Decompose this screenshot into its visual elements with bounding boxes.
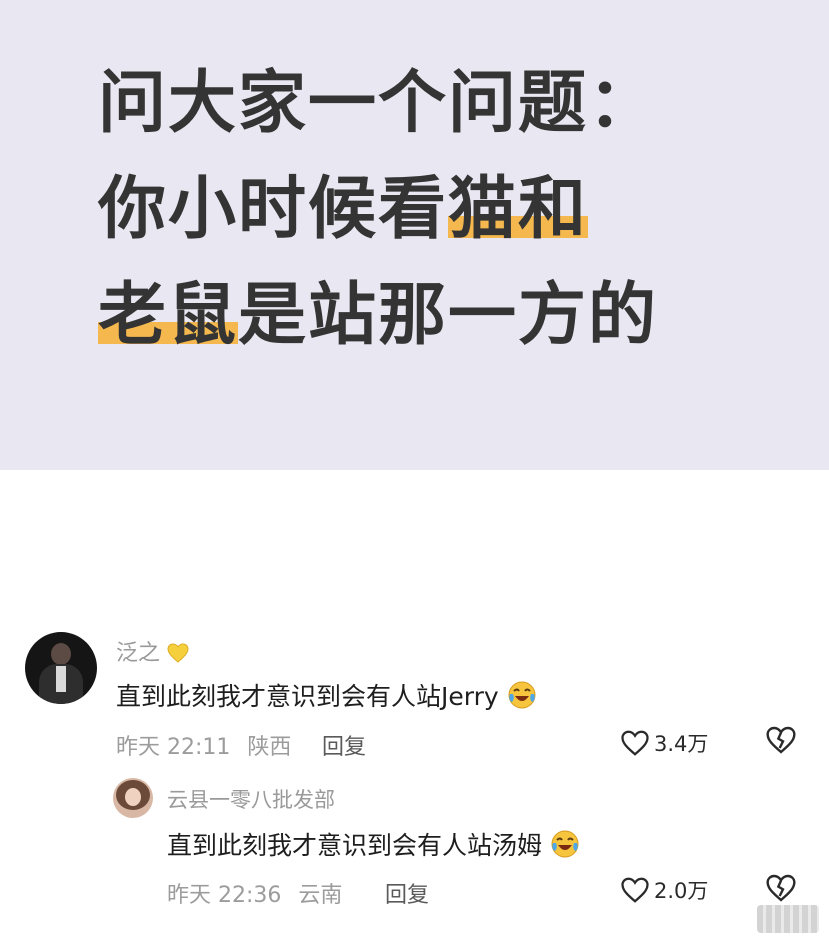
- question-highlight-cat: 猫和: [448, 170, 589, 249]
- broken-heart-icon[interactable]: [765, 725, 797, 755]
- reply-username[interactable]: 云县一零八批发部: [167, 784, 335, 814]
- broken-heart-icon[interactable]: [765, 873, 797, 903]
- comment-section: 泛之 直到此刻我才意识到会有人站Jerry 昨天 22:11 陕西 回复 3.4…: [0, 470, 829, 939]
- question-line-2-text: 你小时候看: [98, 170, 449, 249]
- avatar[interactable]: [25, 632, 97, 704]
- comment-username-text: 泛之: [116, 641, 161, 666]
- reply-avatar[interactable]: [113, 778, 153, 818]
- watermark: [757, 905, 819, 933]
- comment-location: 陕西: [247, 735, 292, 760]
- reply-meta: 昨天 22:36 云南: [167, 877, 342, 909]
- reply-text: 直到此刻我才意识到会有人站汤姆: [167, 826, 580, 862]
- question-line-1: 问大家一个问题：: [98, 70, 658, 152]
- comment-username[interactable]: 泛之: [116, 635, 189, 667]
- question-line-3: 老鼠是站那一方的: [98, 276, 658, 364]
- heart-outline-icon: [621, 877, 649, 903]
- reply-text-content: 直到此刻我才意识到会有人站汤姆: [167, 831, 543, 860]
- comment-time: 昨天 22:11: [116, 735, 231, 760]
- question-text: 问大家一个问题： 你小时候看猫和 老鼠是站那一方的: [98, 70, 658, 388]
- comment-text-content: 直到此刻我才意识到会有人站Jerry: [116, 682, 499, 711]
- heart-outline-icon: [621, 730, 649, 756]
- question-line-3-text: 是站那一方的: [238, 276, 659, 355]
- reply-like-count: 2.0万: [654, 879, 709, 903]
- laughing-crying-face-icon: [508, 681, 536, 709]
- question-card: 问大家一个问题： 你小时候看猫和 老鼠是站那一方的: [0, 0, 829, 470]
- reply-button[interactable]: 回复: [322, 729, 366, 761]
- reply-reply-button[interactable]: 回复: [385, 877, 429, 909]
- reply-like-button[interactable]: 2.0万: [620, 875, 708, 905]
- comment-meta: 昨天 22:11 陕西: [116, 729, 291, 761]
- question-line-2: 你小时候看猫和: [98, 170, 658, 258]
- comment-text: 直到此刻我才意识到会有人站Jerry: [116, 677, 537, 713]
- reply-time: 昨天 22:36: [167, 883, 282, 908]
- question-highlight-mouse: 老鼠: [98, 276, 239, 355]
- question-line-1-text: 问大家一个问题：: [98, 64, 659, 143]
- like-button[interactable]: 3.4万: [620, 728, 708, 758]
- yellow-heart-icon: [167, 643, 189, 663]
- like-count: 3.4万: [654, 732, 709, 756]
- reply-location: 云南: [298, 883, 343, 908]
- laughing-crying-face-icon: [551, 830, 579, 858]
